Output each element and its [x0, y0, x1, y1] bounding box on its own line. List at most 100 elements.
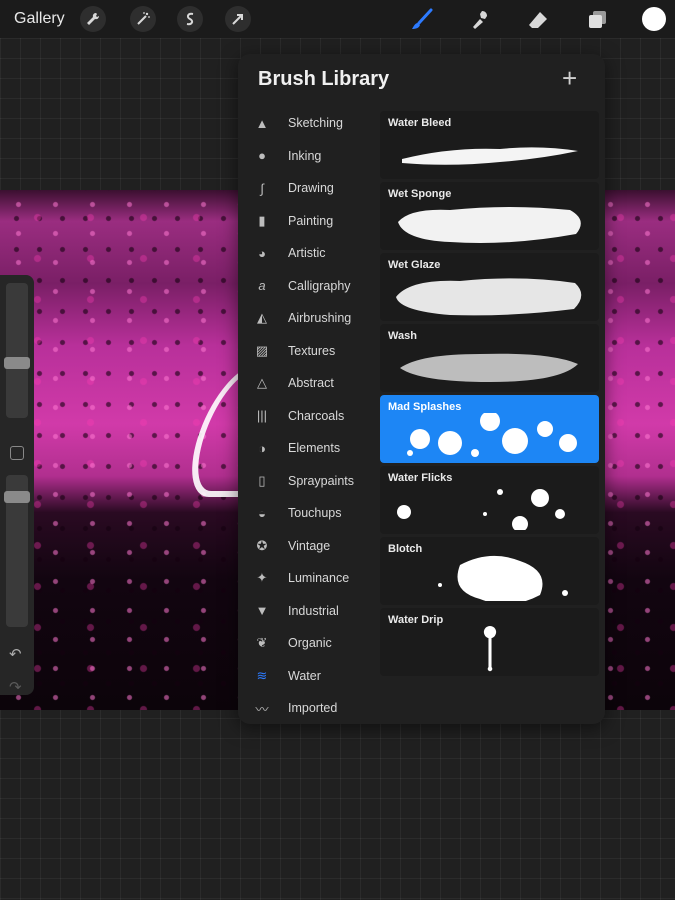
yin-yang-icon: ◑ — [258, 440, 266, 456]
brush-stroke-preview — [402, 147, 578, 165]
category-label: Drawing — [288, 181, 334, 195]
smudge-icon[interactable] — [466, 6, 494, 34]
panel-title: Brush Library — [258, 68, 390, 90]
airbrush-icon: ◭ — [257, 310, 267, 325]
category-luminance[interactable]: ✦ Luminance — [238, 565, 380, 591]
brush-name: Water Drip — [388, 614, 444, 626]
category-textures[interactable]: ▨ Textures — [238, 338, 380, 364]
palette-icon: ◕ — [258, 245, 266, 261]
category-label: Painting — [288, 213, 334, 228]
top-toolbar: Gallery — [0, 0, 675, 38]
category-label: Inking — [288, 148, 322, 163]
touchup-icon: ◒ — [258, 505, 266, 521]
category-label: Airbrushing — [288, 311, 352, 325]
squiggle-icon: ∫ — [260, 180, 264, 196]
brush-name: Wet Glaze — [388, 259, 441, 271]
brush-name: Blotch — [388, 543, 423, 555]
category-painting[interactable]: ▮ Painting — [238, 208, 380, 234]
opacity-handle[interactable] — [4, 491, 30, 503]
brush-stroke-preview — [397, 489, 565, 530]
category-water[interactable]: ≋ Water — [238, 663, 380, 689]
calligraphy-a-icon: a — [258, 278, 266, 293]
category-spraypaints[interactable]: ▯ Spraypaints — [238, 468, 380, 494]
category-vintage[interactable]: ✪ Vintage — [238, 533, 380, 559]
category-label: Organic — [288, 636, 332, 650]
category-drawing[interactable]: ∫ Drawing — [238, 175, 380, 201]
brush-name: Wet Sponge — [388, 188, 452, 200]
texture-icon: ▨ — [255, 342, 269, 358]
magic-wand-icon[interactable] — [130, 6, 156, 32]
category-label: Vintage — [288, 538, 331, 553]
category-label: Artistic — [288, 246, 326, 260]
brush-size-slider[interactable] — [6, 283, 28, 418]
triangle-icon: △ — [257, 375, 267, 390]
eraser-icon[interactable] — [524, 6, 552, 34]
category-label: Imported — [288, 701, 338, 715]
color-picker-button[interactable] — [642, 7, 666, 31]
add-brush-button[interactable]: + — [562, 65, 577, 91]
modify-button[interactable] — [10, 446, 24, 460]
category-label: Luminance — [288, 571, 350, 585]
category-airbrushing[interactable]: ◭ Airbrushing — [238, 305, 380, 331]
brush-item[interactable]: Water Drip — [380, 608, 599, 676]
category-label: Industrial — [288, 603, 339, 618]
transform-arrow-icon[interactable] — [225, 6, 251, 32]
wrench-icon[interactable] — [80, 6, 106, 32]
category-label: Water — [288, 668, 321, 683]
star-badge-icon: ✪ — [256, 537, 268, 553]
leaf-icon: ❦ — [256, 635, 268, 650]
brush-item[interactable]: Blotch — [380, 537, 599, 605]
category-sketching[interactable]: ▲ Sketching — [238, 110, 380, 136]
category-label: Elements — [288, 441, 341, 455]
category-label: Touchups — [288, 506, 342, 520]
category-industrial[interactable]: ▼ Industrial — [238, 598, 380, 624]
category-imported[interactable]: 〰 Imported — [238, 695, 380, 721]
brush-name: Water Bleed — [388, 117, 452, 129]
category-label: Spraypaints — [288, 473, 355, 488]
brush-name: Water Flicks — [388, 472, 453, 484]
anvil-icon: ▼ — [255, 603, 269, 618]
gallery-button[interactable]: Gallery — [14, 10, 65, 28]
pencil-tip-icon: ▲ — [255, 115, 269, 131]
paint-brush-icon: ▮ — [258, 212, 266, 228]
ink-drop-icon: ● — [258, 148, 266, 163]
feather-icon: 〰 — [255, 701, 269, 717]
brush-name: Mad Splashes — [388, 401, 462, 413]
brush-size-handle[interactable] — [4, 357, 30, 369]
category-label: Calligraphy — [288, 278, 351, 293]
brush-stroke-preview — [407, 413, 577, 457]
sidebar — [0, 275, 34, 695]
brush-icon[interactable] — [408, 6, 436, 34]
brush-stroke-preview — [398, 207, 581, 243]
layers-icon[interactable] — [583, 6, 611, 34]
brush-stroke-preview — [396, 278, 582, 316]
category-calligraphy[interactable]: a Calligraphy — [238, 273, 380, 299]
brush-name: Wash — [388, 330, 417, 342]
undo-icon[interactable]: ↶ — [9, 645, 22, 663]
category-elements[interactable]: ◑ Elements — [238, 435, 380, 461]
brush-item[interactable]: Wet Sponge — [380, 182, 599, 250]
charcoal-icon: ||| — [256, 408, 268, 423]
brush-item[interactable]: Wash — [380, 324, 599, 392]
category-label: Abstract — [288, 376, 334, 390]
brush-stroke-preview — [483, 626, 497, 672]
brush-item-selected[interactable]: Mad Splashes — [380, 395, 599, 463]
sparkle-icon: ✦ — [256, 570, 268, 585]
spray-can-icon: ▯ — [258, 472, 266, 488]
brush-library-panel: Brush Library + ▲ Sketching ● Inking ∫ D… — [238, 54, 605, 724]
water-waves-icon: ≋ — [256, 667, 268, 683]
category-artistic[interactable]: ◕ Artistic — [238, 240, 380, 266]
category-organic[interactable]: ❦ Organic — [238, 630, 380, 656]
brush-stroke-preview — [400, 353, 578, 382]
redo-icon[interactable]: ↷ — [9, 678, 22, 696]
category-label: Sketching — [288, 116, 343, 130]
brush-stroke-preview — [438, 555, 568, 601]
selection-icon[interactable] — [177, 6, 203, 32]
category-touchups[interactable]: ◒ Touchups — [238, 500, 380, 526]
category-inking[interactable]: ● Inking — [238, 143, 380, 169]
brush-item[interactable]: Water Bleed — [380, 111, 599, 179]
brush-item[interactable]: Water Flicks — [380, 466, 599, 534]
category-abstract[interactable]: △ Abstract — [238, 370, 380, 396]
category-charcoals[interactable]: ||| Charcoals — [238, 403, 380, 429]
brush-item[interactable]: Wet Glaze — [380, 253, 599, 321]
